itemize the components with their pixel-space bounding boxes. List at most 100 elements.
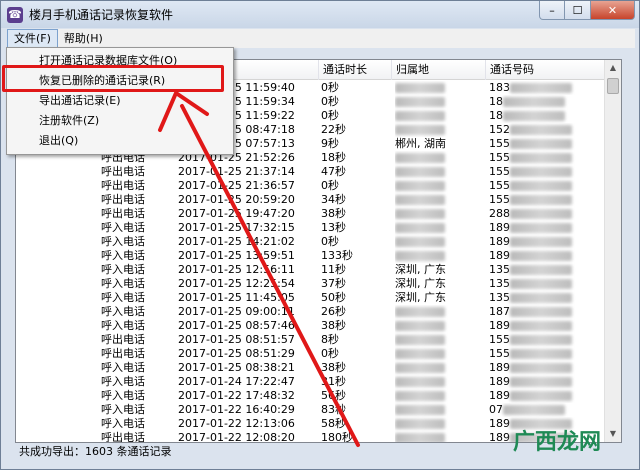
cell-date: 2017-01-22 16:40:29 — [178, 403, 295, 416]
cell-duration: 38秒 — [321, 319, 346, 332]
cell-location — [395, 95, 483, 109]
table-row[interactable]: 呼入电话 2017-01-24 17:22:47 31秒 189 — [16, 375, 606, 389]
table-row[interactable]: 呼入电话 2017-01-25 11:45:05 50秒 深圳, 广东 135 — [16, 291, 606, 305]
table-row[interactable]: 呼出电话 2017-01-25 19:47:20 38秒 288 — [16, 207, 606, 221]
cell-location: 郴州, 湖南 — [395, 137, 446, 150]
cell-call-type: 呼入电话 — [101, 361, 145, 374]
header-number[interactable]: 通话号码 — [486, 60, 606, 80]
cell-duration: 31秒 — [321, 375, 346, 388]
cell-number: 155 — [489, 165, 604, 179]
cell-call-type: 呼入电话 — [101, 221, 145, 234]
cell-date: 2017-01-25 12:25:54 — [178, 277, 295, 290]
cell-location — [395, 319, 483, 333]
vertical-scrollbar[interactable]: ▲ ▼ — [604, 60, 621, 442]
table-row[interactable]: 呼出电话 2017-01-25 08:51:57 8秒 155 — [16, 333, 606, 347]
cell-date: 2017-01-25 08:51:29 — [178, 347, 295, 360]
menu-register[interactable]: 注册软件(Z) — [7, 111, 233, 131]
cell-number: 189 — [489, 361, 604, 375]
table-row[interactable]: 呼入电话 2017-01-25 13:59:51 133秒 189 — [16, 249, 606, 263]
scroll-thumb[interactable] — [607, 78, 619, 94]
maximize-button[interactable]: ☐ — [565, 1, 591, 20]
cell-number: 135 — [489, 263, 604, 277]
cell-call-type: 呼出电话 — [101, 431, 145, 443]
cell-date: 2017-01-25 20:59:20 — [178, 193, 295, 206]
table-row[interactable]: 呼入电话 2017-01-25 08:38:21 38秒 189 — [16, 361, 606, 375]
cell-date: 2017-01-25 12:56:11 — [178, 263, 295, 276]
table-row[interactable]: 呼入电话 2017-01-25 14:21:02 0秒 189 — [16, 235, 606, 249]
cell-call-type: 呼入电话 — [101, 389, 145, 402]
cell-number: 135 — [489, 277, 604, 291]
cell-number: 18 — [489, 95, 604, 109]
cell-date: 2017-01-25 21:36:57 — [178, 179, 295, 192]
cell-location: 深圳, 广东 — [395, 277, 446, 290]
menu-file[interactable]: 文件(F) — [7, 29, 58, 48]
cell-number: 288 — [489, 207, 604, 221]
cell-location — [395, 221, 483, 235]
annotation-highlight-box — [2, 65, 224, 92]
table-row[interactable]: 呼入电话 2017-01-25 12:25:54 37秒 深圳, 广东 135 — [16, 277, 606, 291]
cell-call-type: 呼入电话 — [101, 319, 145, 332]
phone-app-icon: ☎ — [7, 6, 23, 23]
cell-date: 2017-01-25 09:00:11 — [178, 305, 295, 318]
cell-location — [395, 305, 483, 319]
cell-duration: 0秒 — [321, 109, 339, 122]
cell-call-type: 呼入电话 — [101, 375, 145, 388]
maximize-icon: ☐ — [572, 3, 583, 17]
cell-number: 183 — [489, 81, 604, 95]
cell-duration: 0秒 — [321, 235, 339, 248]
cell-number: 135 — [489, 291, 604, 305]
cell-location — [395, 417, 483, 431]
table-row[interactable]: 呼入电话 2017-01-22 17:48:32 56秒 189 — [16, 389, 606, 403]
cell-number: 189 — [489, 221, 604, 235]
table-row[interactable]: 呼入电话 2017-01-25 08:57:46 38秒 189 — [16, 319, 606, 333]
cell-duration: 0秒 — [321, 347, 339, 360]
cell-duration: 13秒 — [321, 221, 346, 234]
table-row[interactable]: 呼出电话 2017-01-25 20:59:20 34秒 155 — [16, 193, 606, 207]
cell-call-type: 呼入电话 — [101, 235, 145, 248]
menu-help[interactable]: 帮助(H) — [58, 29, 109, 48]
cell-number: 189 — [489, 389, 604, 403]
table-row[interactable]: 呼入电话 2017-01-25 17:32:15 13秒 189 — [16, 221, 606, 235]
menu-exit[interactable]: 退出(Q) — [7, 131, 233, 151]
close-button[interactable]: ✕ — [591, 1, 635, 20]
table-row[interactable]: 呼出电话 2017-01-25 21:36:57 0秒 155 — [16, 179, 606, 193]
cell-date: 2017-01-25 08:51:57 — [178, 333, 295, 346]
menu-export[interactable]: 导出通话记录(E) — [7, 91, 233, 111]
cell-duration: 22秒 — [321, 123, 346, 136]
cell-location — [395, 361, 483, 375]
status-bar: 共成功导出：1603 条通话记录 — [19, 445, 172, 458]
cell-call-type: 呼入电话 — [101, 263, 145, 276]
cell-number: 155 — [489, 347, 604, 361]
cell-duration: 0秒 — [321, 95, 339, 108]
scroll-down-icon[interactable]: ▼ — [605, 426, 621, 442]
minimize-icon: – — [549, 3, 555, 17]
cell-date: 2017-01-25 21:37:14 — [178, 165, 295, 178]
cell-location: 深圳, 广东 — [395, 291, 446, 304]
title-bar[interactable]: ☎ 楼月手机通话记录恢复软件 – ☐ ✕ — [1, 1, 639, 28]
cell-date: 2017-01-22 17:48:32 — [178, 389, 295, 402]
header-location[interactable]: 归属地 — [392, 60, 486, 80]
cell-date: 2017-01-25 11:45:05 — [178, 291, 295, 304]
watermark-logo: 广西龙网 — [513, 429, 602, 455]
cell-location — [395, 109, 483, 123]
table-row[interactable]: 呼入电话 2017-01-25 12:56:11 11秒 深圳, 广东 135 — [16, 263, 606, 277]
cell-call-type: 呼出电话 — [101, 165, 145, 178]
table-row[interactable]: 呼出电话 2017-01-25 21:37:14 47秒 155 — [16, 165, 606, 179]
cell-location — [395, 165, 483, 179]
cell-location — [395, 249, 483, 263]
cell-duration: 0秒 — [321, 179, 339, 192]
cell-location — [395, 123, 483, 137]
cell-duration: 38秒 — [321, 361, 346, 374]
cell-call-type: 呼出电话 — [101, 347, 145, 360]
minimize-button[interactable]: – — [539, 1, 565, 20]
scroll-up-icon[interactable]: ▲ — [605, 60, 621, 76]
table-row[interactable]: 呼入电话 2017-01-22 16:40:29 83秒 07 — [16, 403, 606, 417]
cell-duration: 26秒 — [321, 305, 346, 318]
cell-location — [395, 151, 483, 165]
header-duration[interactable]: 通话时长 — [319, 60, 392, 80]
table-row[interactable]: 呼出电话 2017-01-25 08:51:29 0秒 155 — [16, 347, 606, 361]
menu-bar: 文件(F) 帮助(H) — [7, 29, 635, 48]
table-row[interactable]: 呼入电话 2017-01-25 09:00:11 26秒 187 — [16, 305, 606, 319]
cell-location — [395, 389, 483, 403]
cell-date: 2017-01-22 12:08:20 — [178, 431, 295, 443]
